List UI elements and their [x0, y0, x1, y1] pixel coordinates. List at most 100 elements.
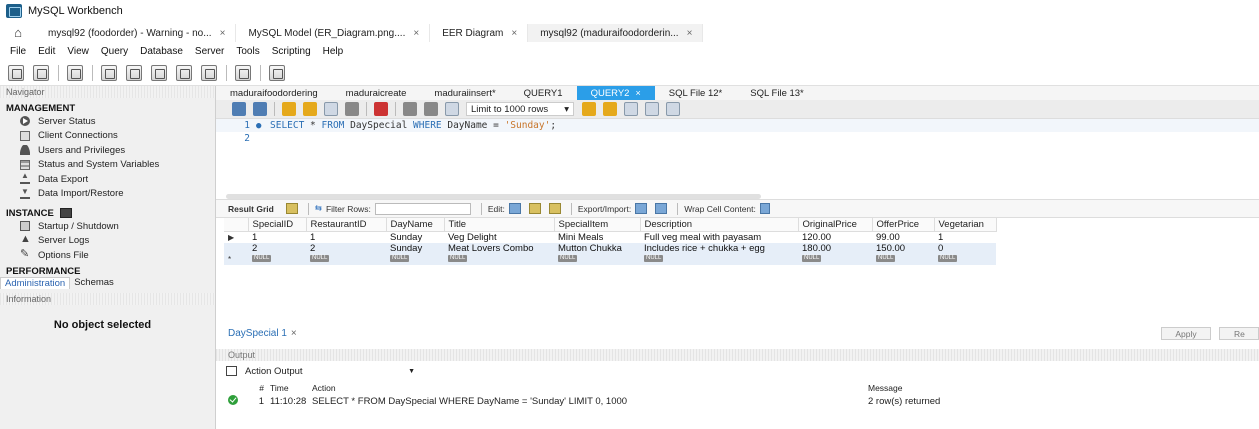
create-table-icon[interactable]: [126, 64, 142, 81]
grid-cell[interactable]: Full veg meal with payasam: [640, 231, 798, 243]
doc-tab-foodorder[interactable]: mysql92 (foodorder) - Warning - no... ×: [36, 24, 237, 42]
insert-row-icon[interactable]: [528, 203, 541, 214]
table-row[interactable]: 2 2 Sunday Meat Lovers Combo Mutton Chuk…: [224, 242, 996, 254]
grid-view-icon[interactable]: [285, 203, 298, 214]
nav-startup-shutdown[interactable]: Startup / Shutdown: [0, 219, 215, 234]
toggle-error-icon[interactable]: [374, 102, 388, 116]
editor-horizontal-scrollbar[interactable]: [226, 194, 761, 199]
wrap-content-icon[interactable]: [759, 203, 770, 214]
beautify-icon[interactable]: [582, 102, 596, 116]
execute-icon[interactable]: [282, 102, 296, 116]
close-icon[interactable]: ×: [687, 28, 693, 39]
create-procedure-icon[interactable]: [176, 64, 192, 81]
grid-cell[interactable]: Sunday: [386, 231, 444, 243]
table-row[interactable]: ▶ 1 1 Sunday Veg Delight Mini Meals Full…: [224, 231, 996, 243]
grid-cell[interactable]: 0: [934, 242, 996, 254]
nav-data-import[interactable]: Data Import/Restore: [0, 187, 215, 202]
result-tab-dayspecial[interactable]: DaySpecial 1 ×: [216, 328, 297, 339]
tab-query1[interactable]: QUERY1: [510, 86, 577, 100]
column-header[interactable]: SpecialItem: [554, 218, 641, 232]
grid-cell[interactable]: NULL: [386, 253, 444, 265]
nav-client-connections[interactable]: Client Connections: [0, 129, 215, 144]
execute-current-icon[interactable]: [303, 102, 317, 116]
limit-rows-select[interactable]: Limit to 1000 rows ▾: [466, 102, 574, 116]
tab-sql-file-13[interactable]: SQL File 13*: [736, 86, 818, 100]
menu-help[interactable]: Help: [317, 46, 350, 57]
grid-cell[interactable]: NULL: [798, 253, 872, 265]
column-header[interactable]: Description: [640, 218, 799, 232]
column-header[interactable]: Vegetarian: [934, 218, 997, 232]
close-icon[interactable]: ×: [291, 328, 297, 339]
grid-cell[interactable]: NULL: [554, 253, 640, 265]
grid-cell[interactable]: Mutton Chukka: [554, 242, 640, 254]
grid-cell[interactable]: 1: [934, 231, 996, 243]
home-icon[interactable]: ⌂: [0, 22, 36, 42]
nav-server-logs[interactable]: Server Logs: [0, 233, 215, 249]
autocommit-icon[interactable]: [445, 102, 459, 116]
menu-tools[interactable]: Tools: [230, 46, 265, 57]
new-row[interactable]: * NULL NULL NULL NULL NULL NULL NULL NUL…: [224, 253, 996, 265]
copy-output-icon[interactable]: [226, 366, 237, 376]
grid-cell[interactable]: 1: [248, 231, 306, 243]
grid-cell[interactable]: Sunday: [386, 242, 444, 254]
menu-scripting[interactable]: Scripting: [266, 46, 317, 57]
grid-cell[interactable]: 180.00: [798, 242, 872, 254]
grid-cell[interactable]: NULL: [444, 253, 554, 265]
revert-button[interactable]: Re: [1219, 327, 1259, 340]
create-view-icon[interactable]: [151, 64, 167, 81]
menu-edit[interactable]: Edit: [32, 46, 61, 57]
stop-icon[interactable]: [345, 102, 359, 116]
column-header[interactable]: OriginalPrice: [798, 218, 873, 232]
column-header[interactable]: DayName: [386, 218, 445, 232]
doc-tab-madurai[interactable]: mysql92 (maduraifoodorderin... ×: [528, 24, 704, 42]
edit-row-icon[interactable]: [508, 203, 521, 214]
tab-schemas[interactable]: Schemas: [70, 277, 118, 289]
menu-view[interactable]: View: [61, 46, 95, 57]
close-icon[interactable]: ×: [413, 28, 419, 39]
output-row[interactable]: 1 11:10:28 SELECT * FROM DaySpecial WHER…: [216, 394, 1259, 408]
save-icon[interactable]: [253, 102, 267, 116]
tab-maduraicreate[interactable]: maduraicreate: [332, 86, 421, 100]
column-header[interactable]: RestaurantID: [306, 218, 387, 232]
create-schema-icon[interactable]: [101, 64, 117, 81]
nav-options-file[interactable]: Options File: [0, 247, 215, 263]
nav-users-privileges[interactable]: Users and Privileges: [0, 143, 215, 158]
column-header[interactable]: OfferPrice: [872, 218, 935, 232]
delete-row-icon[interactable]: [548, 203, 561, 214]
rollback-icon[interactable]: [424, 102, 438, 116]
new-sql-tab-icon[interactable]: [8, 64, 24, 81]
tab-sql-file-12[interactable]: SQL File 12*: [655, 86, 737, 100]
grid-cell[interactable]: 150.00: [872, 242, 934, 254]
commit-icon[interactable]: [403, 102, 417, 116]
grid-cell[interactable]: NULL: [640, 253, 798, 265]
grid-cell[interactable]: 2: [306, 242, 386, 254]
word-wrap-icon[interactable]: [666, 102, 680, 116]
grid-cell[interactable]: Veg Delight: [444, 231, 554, 243]
result-grid-label[interactable]: Result Grid: [228, 204, 274, 214]
grid-cell[interactable]: NULL: [248, 253, 306, 265]
explain-icon[interactable]: [324, 102, 338, 116]
tab-maduraiinsert[interactable]: maduraiinsert*: [420, 86, 509, 100]
column-header[interactable]: SpecialID: [248, 218, 307, 232]
filter-rows-input[interactable]: [374, 202, 471, 215]
grid-cell[interactable]: Mini Meals: [554, 231, 640, 243]
open-sql-script-icon[interactable]: [33, 64, 49, 81]
export-icon[interactable]: [635, 203, 648, 214]
close-icon[interactable]: ×: [220, 28, 226, 39]
inspector-icon[interactable]: [67, 64, 83, 81]
menu-database[interactable]: Database: [134, 46, 189, 57]
close-icon[interactable]: ×: [511, 28, 517, 39]
grid-cell[interactable]: NULL: [872, 253, 934, 265]
nav-status-variables[interactable]: Status and System Variables: [0, 158, 215, 173]
reconnect-icon[interactable]: [269, 64, 285, 81]
sql-editor[interactable]: 1 ● SELECT * FROM DaySpecial WHERE DayNa…: [216, 119, 1259, 199]
menu-query[interactable]: Query: [95, 46, 134, 57]
menu-file[interactable]: File: [4, 46, 32, 57]
close-icon[interactable]: ×: [635, 88, 640, 98]
grid-cell[interactable]: 120.00: [798, 231, 872, 243]
create-function-icon[interactable]: [201, 64, 217, 81]
doc-tab-model[interactable]: MySQL Model (ER_Diagram.png.... ×: [236, 24, 431, 42]
grid-cell[interactable]: NULL: [306, 253, 386, 265]
tab-query2[interactable]: QUERY2 ×: [576, 86, 655, 100]
grid-cell[interactable]: NULL: [934, 253, 996, 265]
